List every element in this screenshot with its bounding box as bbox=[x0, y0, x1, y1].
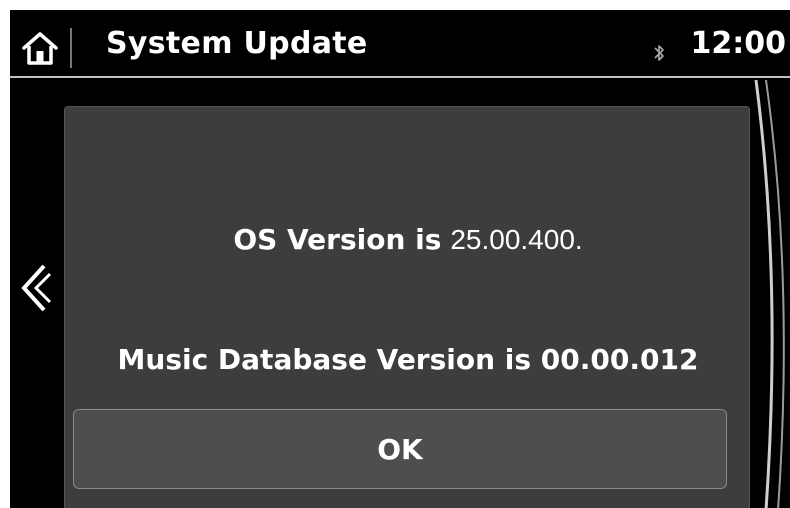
ok-button[interactable]: OK bbox=[73, 409, 727, 489]
home-icon[interactable] bbox=[22, 30, 58, 66]
os-version-text: OS Version is 25.00.400. bbox=[65, 223, 751, 256]
os-version-label: OS Version is bbox=[233, 223, 442, 256]
scroll-arc bbox=[754, 80, 785, 508]
page-title: System Update bbox=[106, 26, 368, 61]
version-dialog: OS Version is 25.00.400. Music Database … bbox=[64, 106, 750, 508]
os-version-value: 25.00.400. bbox=[450, 224, 583, 255]
music-database-version-text: Music Database Version is 00.00.012 bbox=[117, 343, 699, 376]
header-bar: System Update 12:00 bbox=[10, 10, 790, 80]
bluetooth-icon bbox=[654, 45, 664, 61]
chevron-left-icon[interactable] bbox=[18, 260, 52, 316]
clock: 12:00 bbox=[690, 26, 787, 61]
ok-button-label: OK bbox=[377, 432, 423, 466]
infotainment-screen: System Update 12:00 OS Version is 25.00.… bbox=[10, 10, 790, 508]
header-separator bbox=[70, 28, 72, 68]
header-divider bbox=[10, 76, 790, 78]
